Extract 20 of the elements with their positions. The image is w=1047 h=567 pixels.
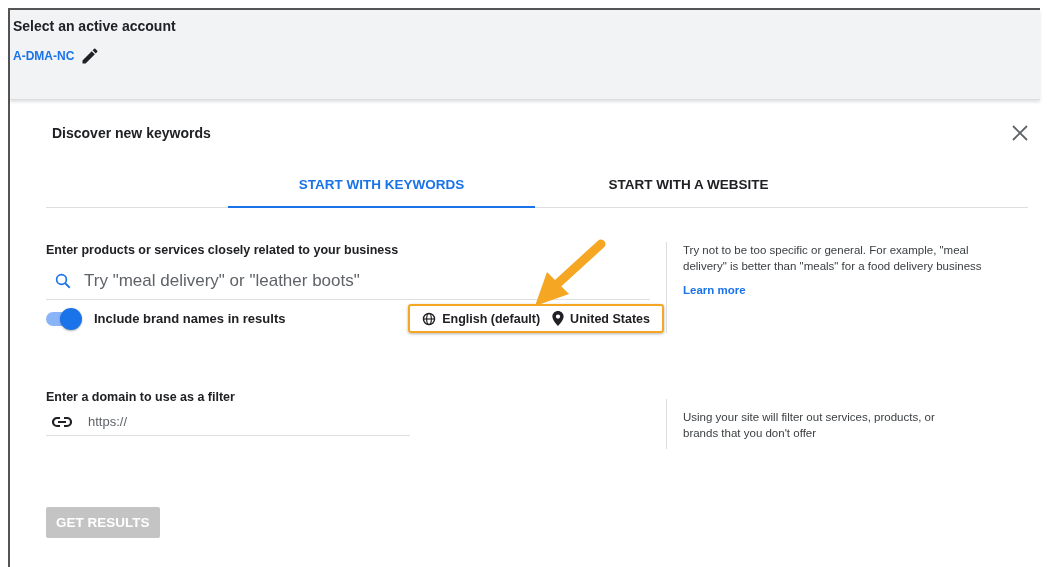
account-link[interactable]: A-DMA-NC [13, 49, 75, 63]
locale-settings[interactable]: English (default) United States [408, 304, 664, 333]
hint-text: Try not to be too specific or general. For example, "meal delivery" is better than "meals" for a food delivery business [683, 244, 982, 272]
toggle-label: Include brand names in results [94, 311, 286, 326]
close-icon[interactable] [1012, 125, 1028, 141]
tab[interactable]: START WITH A WEBSITE [535, 177, 842, 208]
hint-text: Using your site will filter out services, products, or brands that you don't offer [683, 411, 935, 439]
dialog-title: Discover new keywords [52, 125, 211, 141]
field-label: Enter products or services closely related to your business [46, 243, 399, 257]
search-icon [54, 272, 72, 290]
toggle-switch[interactable] [46, 307, 82, 330]
learn-more-link[interactable]: Learn more [683, 282, 746, 298]
location-pin-icon [552, 311, 565, 326]
globe-icon [422, 311, 437, 326]
link-icon [52, 415, 72, 428]
location-label: United States [570, 311, 650, 326]
page-title: Select an active account [13, 18, 176, 34]
tab[interactable]: START WITH KEYWORDS [228, 177, 535, 208]
language-label: English (default) [442, 311, 541, 326]
field-label: Enter a domain to use as a filter [46, 390, 235, 404]
